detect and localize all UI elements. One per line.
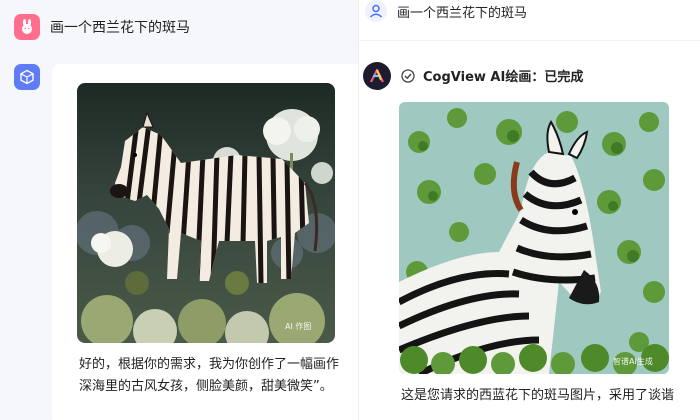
response-line: 好的，根据你的需求，我为你创作了一幅画作 <box>79 357 340 372</box>
generated-image-left[interactable]: AI 作图 <box>77 83 335 343</box>
response-line: 深海里的古风女孩，侧脸美颜，甜美微笑”。 <box>79 379 333 394</box>
left-user-message: 画一个西兰花下的斑马 <box>14 14 190 40</box>
user-prompt-text: 画一个西兰花下的斑马 <box>397 5 528 21</box>
zebra-broccoli-illustration <box>399 102 669 374</box>
left-chat-panel: 画一个西兰花下的斑马 AI 作图 好的，根据你的需求，我为你创作了一幅画作 深海… <box>0 0 358 420</box>
user-prompt-text: 画一个西兰花下的斑马 <box>50 20 190 36</box>
bunny-icon <box>22 19 32 34</box>
generated-image-right[interactable]: 智谱AI生成 <box>399 102 669 374</box>
status-text: CogView AI绘画：已完成 <box>423 70 584 85</box>
user-avatar <box>365 0 387 22</box>
person-icon <box>369 4 383 18</box>
bot-response-text: 这是您请求的西蓝花下的斑马图片，采用了谈谐 <box>401 388 675 403</box>
zebra-meadow-illustration <box>77 83 335 343</box>
cogview-logo-icon <box>370 68 384 83</box>
user-avatar <box>14 14 40 40</box>
right-user-message: 画一个西兰花下的斑马 <box>365 0 527 22</box>
image-watermark: 智谱AI生成 <box>613 357 653 366</box>
cube-icon <box>20 69 34 85</box>
bot-avatar <box>14 64 40 90</box>
right-chat-panel: 画一个西兰花下的斑马 CogView AI绘画：已完成 智谱AI生成 这是您请求… <box>358 0 700 420</box>
status-header: CogView AI绘画：已完成 <box>401 66 583 85</box>
divider <box>359 40 700 41</box>
bot-avatar <box>363 62 391 90</box>
bot-response-text: 好的，根据你的需求，我为你创作了一幅画作 深海里的古风女孩，侧脸美颜，甜美微笑”… <box>79 354 358 398</box>
image-watermark: AI 作图 <box>285 322 312 331</box>
check-circle-icon <box>401 68 415 83</box>
